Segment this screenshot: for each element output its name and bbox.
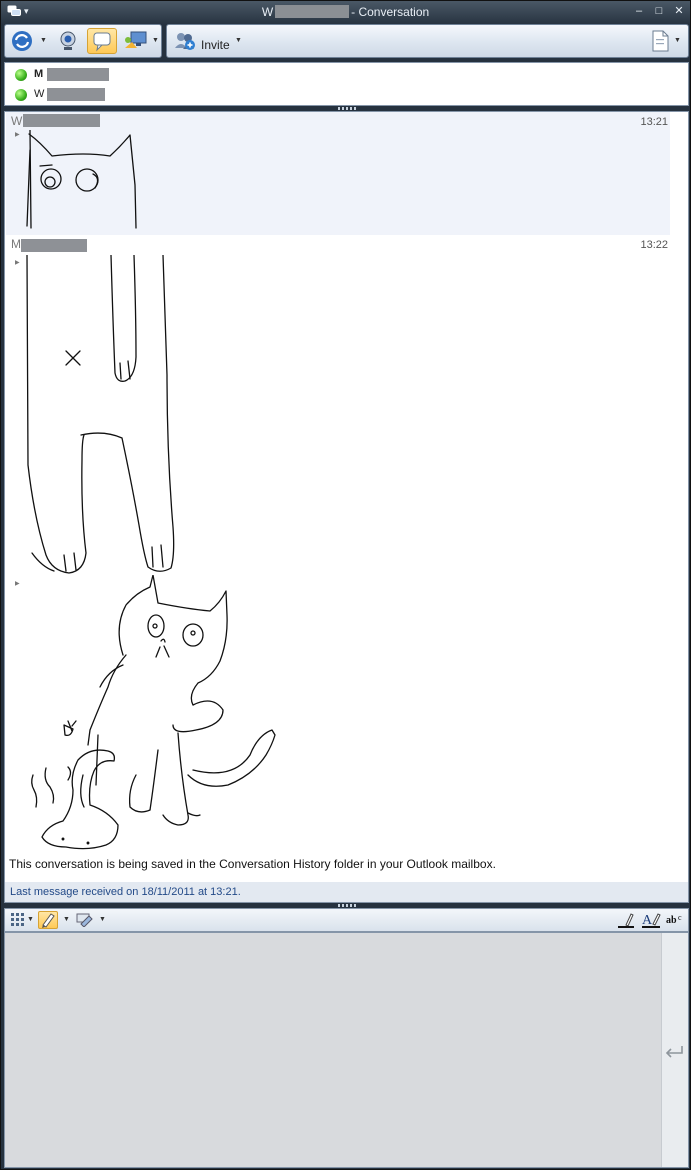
chevron-down-icon[interactable]: ▼ [152, 37, 159, 44]
conversation-switch-button[interactable] [9, 28, 35, 54]
participant-list: M W [4, 62, 689, 106]
main-toolbar: ▼ ▼ Invite ▼ ▼ [4, 24, 689, 58]
message-timestamp: 13:22 [640, 239, 668, 251]
ink-drawing-cat-sitting [31, 575, 276, 850]
spell-check-button[interactable]: ab c [665, 911, 685, 929]
status-bar: Last message received on 18/11/2011 at 1… [5, 882, 688, 902]
window-title: W - Conversation [1, 5, 690, 19]
close-button[interactable]: ✕ [671, 4, 687, 18]
pen-color-icon [618, 913, 634, 928]
communication-tools-group: ▼ ▼ [4, 24, 162, 58]
svg-text:c: c [678, 913, 682, 922]
chevron-down-icon[interactable]: ▼ [27, 916, 34, 923]
emoticon-grid-button[interactable] [9, 911, 29, 929]
message-sender-initial: M [11, 237, 21, 251]
invite-people-icon [175, 33, 195, 50]
history-note: This conversation is being saved in the … [9, 857, 496, 871]
participant-initial: M [34, 68, 44, 80]
font-icon: A [642, 913, 661, 928]
video-button[interactable] [55, 28, 81, 54]
message-bullet-icon: ▶ [15, 132, 20, 138]
ink-drawing-cat-face [26, 130, 137, 229]
input-toolbar: ▼ ▼ ▼ A ab c [4, 908, 689, 932]
conversation-window: ▾ W- Conversation – □ ✕ ▼ ▼ Invite ▼ ▼ M… [0, 0, 691, 1170]
maximize-button[interactable]: □ [651, 4, 667, 18]
message-bullet-icon: ▶ [15, 581, 20, 587]
title-name-initial: W [261, 5, 274, 19]
message-block: M 13:22 ▶ ▶ [6, 235, 670, 852]
last-message-status: Last message received on 18/11/2011 at 1… [10, 886, 241, 898]
message-bullet-icon: ▶ [15, 260, 20, 266]
participant-initial: W [34, 88, 45, 100]
redacted-name [47, 68, 109, 81]
invite-tools-group: Invite ▼ ▼ [166, 24, 689, 58]
pen-color-button[interactable] [617, 911, 637, 929]
enter-send-icon[interactable] [665, 1045, 685, 1059]
share-desktop-icon [125, 31, 147, 48]
svg-text:A: A [642, 913, 653, 928]
redacted-name [47, 88, 105, 101]
chevron-down-icon[interactable]: ▼ [63, 916, 70, 923]
document-menu-icon [652, 30, 669, 52]
title-bar[interactable]: ▾ W- Conversation – □ ✕ [1, 1, 690, 23]
chevron-down-icon: ▼ [235, 37, 242, 44]
pen-icon [42, 913, 55, 928]
share-desktop-button[interactable] [122, 28, 150, 54]
grid-icon [11, 913, 24, 926]
chevron-down-icon[interactable]: ▼ [99, 916, 106, 923]
title-suffix: - Conversation [351, 5, 430, 19]
grip-icon [337, 904, 356, 907]
instant-message-button[interactable] [87, 28, 117, 54]
redacted-name [23, 114, 100, 127]
document-menu-button[interactable]: ▼ [649, 28, 683, 54]
invite-label: Invite [201, 38, 230, 52]
grip-icon [337, 107, 356, 110]
webcam-icon [60, 31, 76, 50]
ink-drawing-cat-legs [26, 255, 175, 574]
conversation-switch-icon [12, 31, 32, 51]
presence-online-icon [15, 69, 27, 81]
spell-check-icon: ab c [666, 913, 682, 926]
chevron-down-icon: ▼ [674, 37, 681, 44]
send-area[interactable] [661, 933, 688, 1167]
message-timestamp: 13:21 [640, 116, 668, 128]
ink-pen-button[interactable] [38, 911, 58, 929]
font-button[interactable]: A [641, 911, 661, 929]
chevron-down-icon[interactable]: ▼ [40, 37, 47, 44]
instant-message-icon [93, 32, 111, 52]
eraser-icon [76, 913, 93, 928]
message-block: W 13:21 ▶ [6, 112, 670, 235]
svg-text:ab: ab [666, 915, 677, 926]
eraser-button[interactable] [75, 911, 95, 929]
conversation-history[interactable]: W 13:21 ▶ M 13:22 ▶ ▶ This conversation … [4, 111, 689, 903]
minimize-button[interactable]: – [631, 4, 647, 18]
redacted-name [275, 5, 350, 18]
invite-button[interactable]: Invite ▼ [170, 28, 242, 54]
message-input-area[interactable] [4, 932, 689, 1168]
presence-online-icon [15, 89, 27, 101]
message-sender-initial: W [11, 114, 23, 128]
redacted-name [21, 239, 87, 252]
